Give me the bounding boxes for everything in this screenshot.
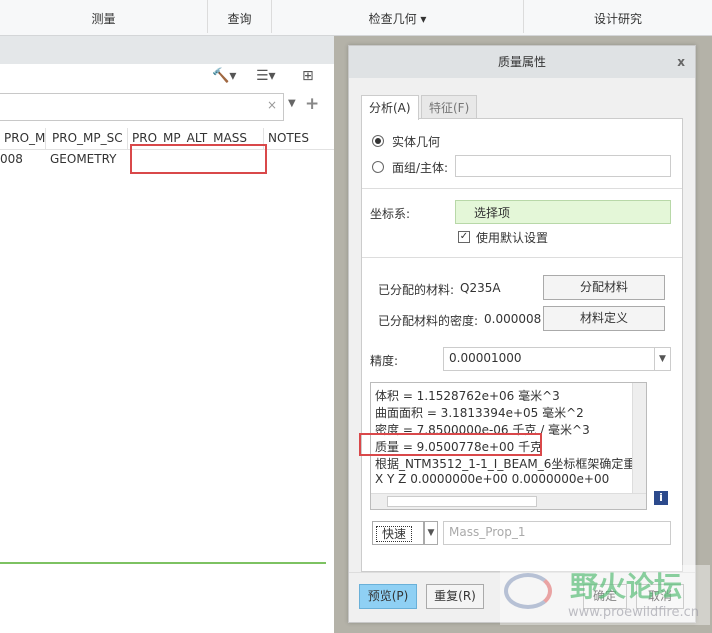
repeat-button[interactable]: 重复(R) <box>426 584 484 609</box>
search-input[interactable]: × <box>0 93 284 121</box>
precision-select[interactable]: 0.00001000 ▼ <box>443 347 671 371</box>
precision-value: 0.00001000 <box>449 351 522 365</box>
watermark: 野火论坛 www.proewildfire.cn <box>500 565 710 625</box>
clear-icon[interactable]: × <box>267 98 277 112</box>
quilt-input[interactable] <box>455 155 671 177</box>
tools-icon[interactable]: 🔨▾ <box>212 68 236 84</box>
ribbon-group-inspect-geometry[interactable]: 检查几何 ▾ <box>272 0 524 33</box>
mode-select[interactable]: 快速 <box>372 521 424 545</box>
watermark-text: 野火论坛 <box>570 570 683 603</box>
result-line: 曲面面积 = 3.1813394e+05 毫米^2 <box>375 406 584 420</box>
result-line: 体积 = 1.1528762e+06 毫米^3 <box>375 389 560 403</box>
vertical-scrollbar[interactable] <box>632 383 646 493</box>
csys-label: 坐标系: <box>370 207 411 221</box>
tab-analysis[interactable]: 分析(A) <box>361 95 419 120</box>
ribbon-group-query[interactable]: 查询 <box>208 0 272 33</box>
list-settings-icon[interactable]: ☰▾ <box>256 68 276 84</box>
pane-header <box>0 36 334 64</box>
density-value: 0.000008 <box>484 312 542 326</box>
table-cell: 008 <box>0 152 23 166</box>
column-header[interactable]: NOTES <box>264 128 334 150</box>
checkbox-label: 使用默认设置 <box>476 231 549 245</box>
use-default-checkbox[interactable]: ✓ <box>458 231 470 243</box>
add-icon[interactable]: + <box>305 94 319 114</box>
result-line: 根据_NTM3512_1-1_I_BEAM_6坐标框架确定重心 <box>375 457 647 471</box>
mass-highlight-box <box>359 433 542 456</box>
divider <box>0 562 326 564</box>
preview-button[interactable]: 预览(P) <box>359 584 417 609</box>
density-label: 已分配材料的密度: <box>378 314 479 328</box>
search-dropdown-icon[interactable]: ▼ <box>288 98 296 109</box>
watermark-logo <box>504 573 552 609</box>
ribbon-group-measure[interactable]: 测量 <box>0 0 208 33</box>
chevron-down-icon[interactable]: ▼ <box>424 521 438 545</box>
analysis-panel: 实体几何 面组/主体: 坐标系: 选择项 ✓ 使用默认设置 已分配的材料: Q2… <box>359 118 683 572</box>
highlight-box <box>130 144 267 174</box>
model-tree-pane: 🔨▾ ☰▾ ⊞ × ▼ + PRO_MP_M PRO_MP_SC PRO_MP_… <box>0 36 334 633</box>
material-label: 已分配的材料: <box>378 283 455 297</box>
dialog-title: 质量属性 <box>349 46 695 78</box>
tree-filter-icon[interactable]: ⊞ <box>302 68 314 84</box>
radio-label: 面组/主体: <box>392 161 449 175</box>
radio-label: 实体几何 <box>392 135 441 149</box>
watermark-url: www.proewildfire.cn <box>568 605 699 620</box>
ribbon: 测量 查询 检查几何 ▾ 设计研究 <box>0 0 712 36</box>
mass-properties-dialog: 质量属性 x 分析(A) 特征(F) 实体几何 面组/主体: 坐标系: 选择项 … <box>348 45 696 623</box>
chevron-down-icon[interactable]: ▼ <box>654 348 670 370</box>
column-header[interactable]: PRO_MP_SC <box>48 128 128 150</box>
tab-feature[interactable]: 特征(F) <box>421 95 478 119</box>
horizontal-scrollbar[interactable] <box>371 493 646 509</box>
csys-select[interactable]: 选择项 <box>455 200 671 224</box>
radio-solid[interactable] <box>372 135 384 147</box>
name-input[interactable]: Mass_Prop_1 <box>443 521 671 545</box>
precision-label: 精度: <box>370 354 399 368</box>
mode-value: 快速 <box>376 526 413 542</box>
result-line: X Y Z 0.0000000e+00 0.0000000e+00 <box>375 472 610 486</box>
table-cell: GEOMETRY <box>50 152 117 166</box>
close-icon[interactable]: x <box>677 46 685 78</box>
scroll-thumb[interactable] <box>387 496 537 507</box>
ribbon-group-design-study[interactable]: 设计研究 <box>524 0 712 33</box>
material-value: Q235A <box>460 281 501 295</box>
column-header[interactable]: PRO_MP_M <box>0 128 46 150</box>
material-define-button[interactable]: 材料定义 <box>543 306 665 331</box>
assign-material-button[interactable]: 分配材料 <box>543 275 665 300</box>
info-icon[interactable]: i <box>654 491 668 505</box>
radio-quilt[interactable] <box>372 161 384 173</box>
